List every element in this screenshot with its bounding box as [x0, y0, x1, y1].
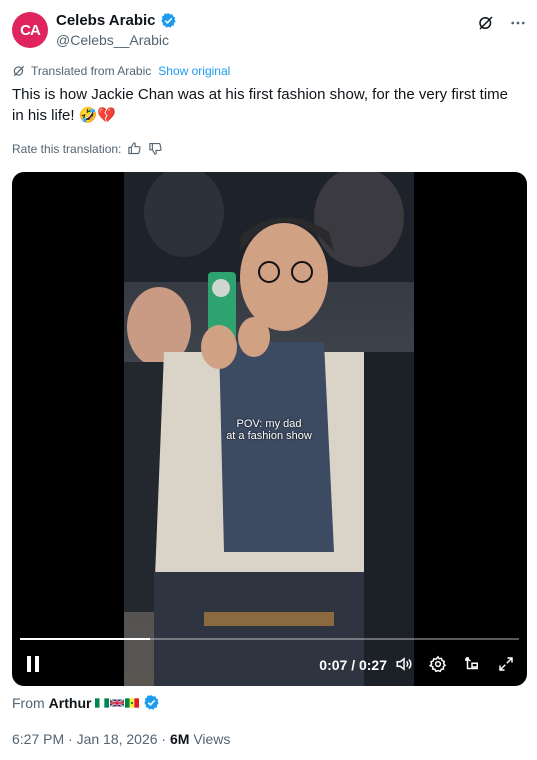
video-frame: POV: my dad at a fashion show — [124, 172, 414, 686]
source-prefix: From — [12, 694, 45, 711]
source-flags — [95, 697, 140, 708]
senegal-flag-icon — [125, 697, 140, 708]
pause-button[interactable] — [26, 656, 42, 674]
views-label: Views — [193, 731, 231, 747]
tweet-meta: 6:27 PM · Jan 18, 2026 · 6M Views — [12, 731, 230, 747]
video-time: 0:07 / 0:27 — [319, 657, 387, 673]
verified-badge-icon — [160, 13, 176, 28]
progress-fill — [20, 638, 150, 640]
name-row: Celebs Arabic — [56, 12, 177, 29]
nigeria-flag-icon — [95, 697, 110, 708]
show-original-link[interactable]: Show original — [158, 64, 230, 78]
translate-icon — [13, 65, 25, 77]
avatar[interactable]: CA — [12, 12, 48, 48]
video-controls: 0:07 / 0:27 — [12, 652, 527, 680]
rate-translation: Rate this translation: — [12, 141, 163, 156]
source-name[interactable]: Arthur — [49, 695, 92, 711]
fullscreen-expand-icon[interactable] — [497, 655, 515, 673]
picture-in-picture-icon[interactable] — [463, 655, 481, 673]
views-count: 6M — [169, 731, 190, 747]
settings-gear-icon[interactable] — [429, 655, 447, 673]
progress-bar[interactable] — [20, 638, 519, 640]
rate-label: Rate this translation: — [12, 141, 122, 156]
timestamp[interactable]: 6:27 PM · Jan 18, 2026 · — [12, 731, 166, 747]
thumbs-up-icon[interactable] — [127, 141, 142, 156]
grok-icon[interactable] — [477, 14, 495, 32]
source-attribution: From Arthur — [12, 694, 160, 711]
uk-flag-icon — [110, 698, 125, 707]
source-verified-badge-icon — [144, 695, 160, 710]
translated-label: Translated from Arabic — [31, 64, 152, 78]
thumbs-down-icon[interactable] — [148, 141, 163, 156]
video-caption: POV: my dad at a fashion show — [226, 418, 312, 442]
video-control-icons — [395, 655, 515, 673]
tweet-text: This is how Jackie Chan was at his first… — [12, 86, 509, 124]
volume-icon[interactable] — [395, 655, 413, 673]
more-options-icon[interactable] — [509, 14, 527, 32]
header-actions — [477, 14, 527, 32]
video-player[interactable]: POV: my dad at a fashion show 0:07 / 0:2… — [12, 172, 527, 686]
avatar-text: CA — [20, 21, 41, 39]
display-name[interactable]: Celebs Arabic — [56, 12, 156, 29]
tweet-header: CA Celebs Arabic @Celebs__Arabic — [12, 10, 527, 50]
handle[interactable]: @Celebs__Arabic — [56, 32, 169, 48]
translation-notice: Translated from Arabic Show original — [12, 64, 230, 78]
